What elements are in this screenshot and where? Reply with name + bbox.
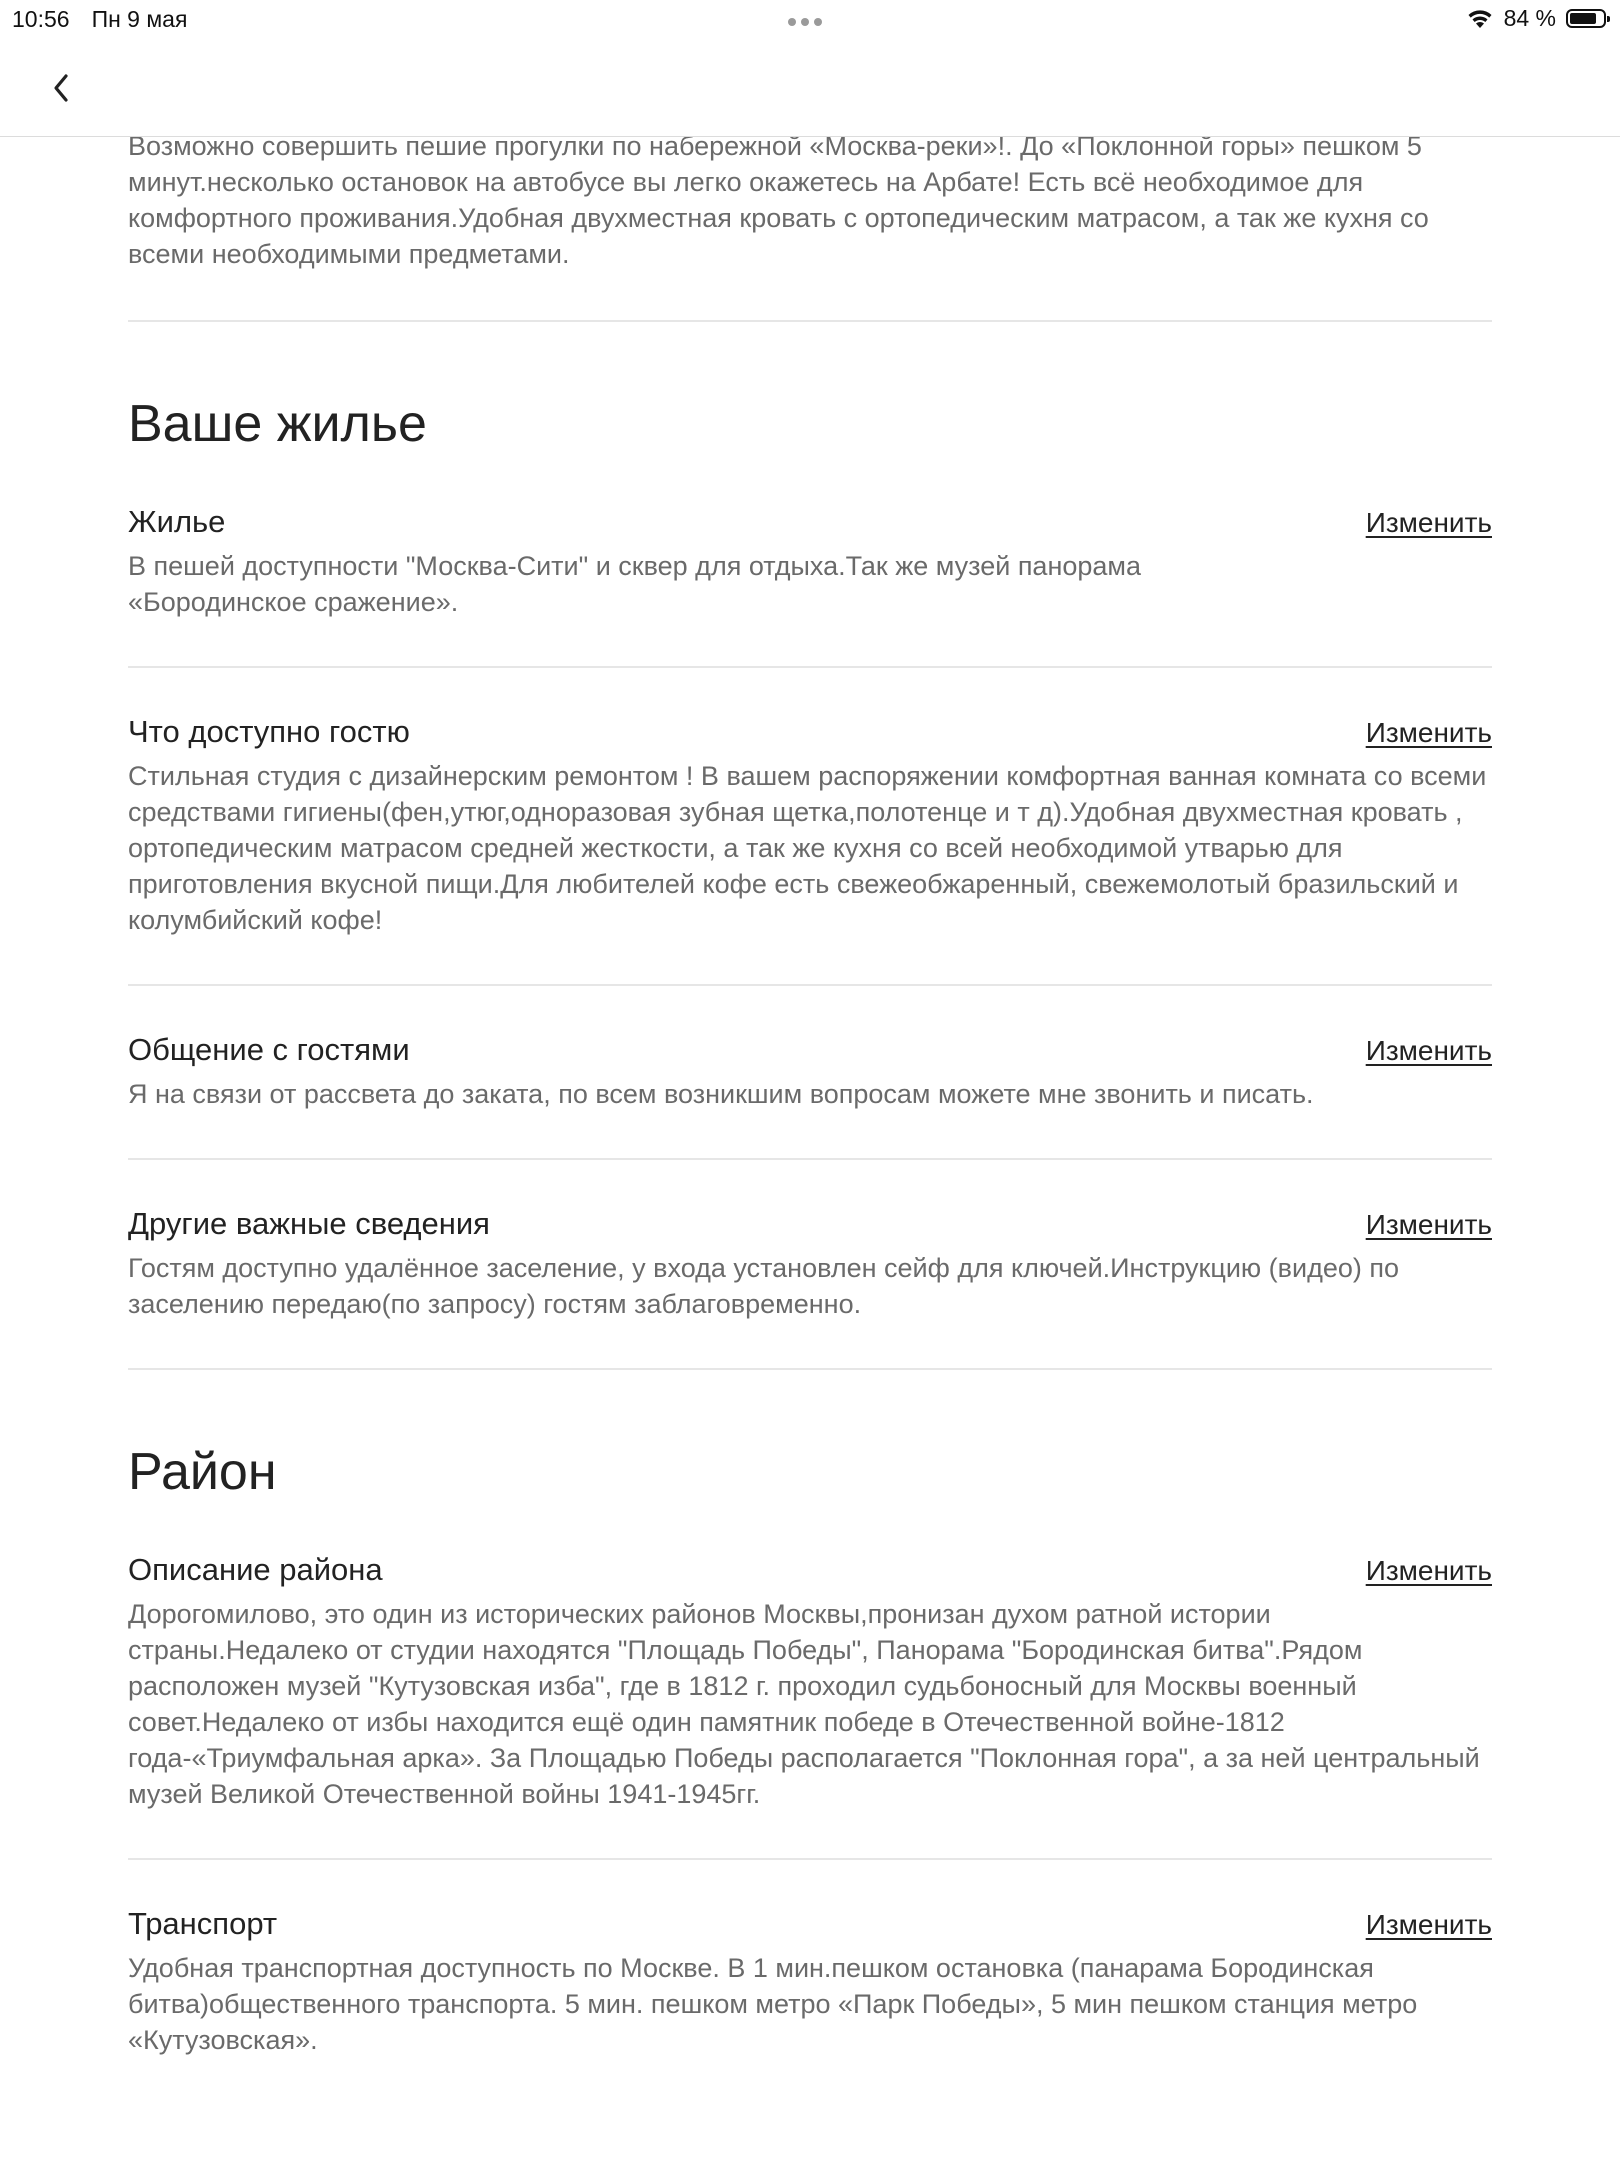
status-right: 84 % [1466, 5, 1610, 32]
item-title: Жилье [128, 504, 226, 539]
item-title: Что доступно гостю [128, 714, 410, 749]
section-title-neighborhood: Район [128, 1443, 277, 1501]
status-left: 10:56 Пн 9 мая [12, 6, 187, 33]
battery-percent: 84 % [1503, 5, 1556, 31]
listing-details: Возможно совершить пешие прогулки по наб… [128, 120, 1492, 2058]
status-time: 10:56 [12, 6, 70, 32]
divider [128, 320, 1492, 322]
wifi-icon [1468, 9, 1492, 28]
battery-icon [1566, 9, 1610, 28]
item-other-details: Другие важные сведения Изменить Гостям д… [128, 1206, 1492, 1322]
section-title-your-place: Ваше жилье [128, 395, 427, 453]
chevron-left-icon [54, 74, 68, 102]
edit-guest-access-link[interactable]: Изменить [1366, 717, 1492, 749]
divider [128, 1368, 1492, 1370]
divider [128, 666, 1492, 668]
item-text: Дорогомилово, это один из исторических р… [128, 1599, 1480, 1809]
item-interaction: Общение с гостями Изменить Я на связи от… [128, 1032, 1492, 1112]
status-date: Пн 9 мая [91, 6, 188, 32]
multitasking-dots-icon[interactable] [788, 18, 822, 26]
item-text: Гостям доступно удалённое заселение, у в… [128, 1253, 1399, 1319]
item-guest-access: Что доступно гостю Изменить Стильная сту… [128, 714, 1492, 938]
intro-text: Возможно совершить пешие прогулки по наб… [128, 131, 1429, 269]
item-title: Транспорт [128, 1906, 278, 1941]
item-text: Стильная студия с дизайнерским ремонтом … [128, 761, 1487, 935]
item-title: Описание района [128, 1552, 383, 1587]
edit-transport-link[interactable]: Изменить [1366, 1909, 1492, 1941]
edit-neighborhood-link[interactable]: Изменить [1366, 1555, 1492, 1587]
item-text: Удобная транспортная доступность по Моск… [128, 1953, 1418, 2055]
edit-housing-link[interactable]: Изменить [1366, 507, 1492, 539]
back-button[interactable] [44, 68, 80, 108]
item-housing: Жилье Изменить В пешей доступности "Моск… [128, 504, 1492, 620]
item-title: Другие важные сведения [128, 1206, 490, 1241]
nav-bar [0, 40, 1620, 137]
item-text: Я на связи от рассвета до заката, по все… [128, 1079, 1314, 1109]
divider [128, 1858, 1492, 1860]
item-neighborhood-description: Описание района Изменить Дорогомилово, э… [128, 1552, 1492, 1812]
battery-level [1570, 13, 1597, 24]
edit-other-details-link[interactable]: Изменить [1366, 1209, 1492, 1241]
item-text: В пешей доступности "Москва-Сити" и скве… [128, 551, 1141, 617]
divider [128, 1158, 1492, 1160]
item-title: Общение с гостями [128, 1032, 410, 1067]
divider [128, 984, 1492, 986]
item-transport: Транспорт Изменить Удобная транспортная … [128, 1906, 1492, 2058]
status-bar: 10:56 Пн 9 мая 84 % [0, 0, 1620, 40]
edit-interaction-link[interactable]: Изменить [1366, 1035, 1492, 1067]
